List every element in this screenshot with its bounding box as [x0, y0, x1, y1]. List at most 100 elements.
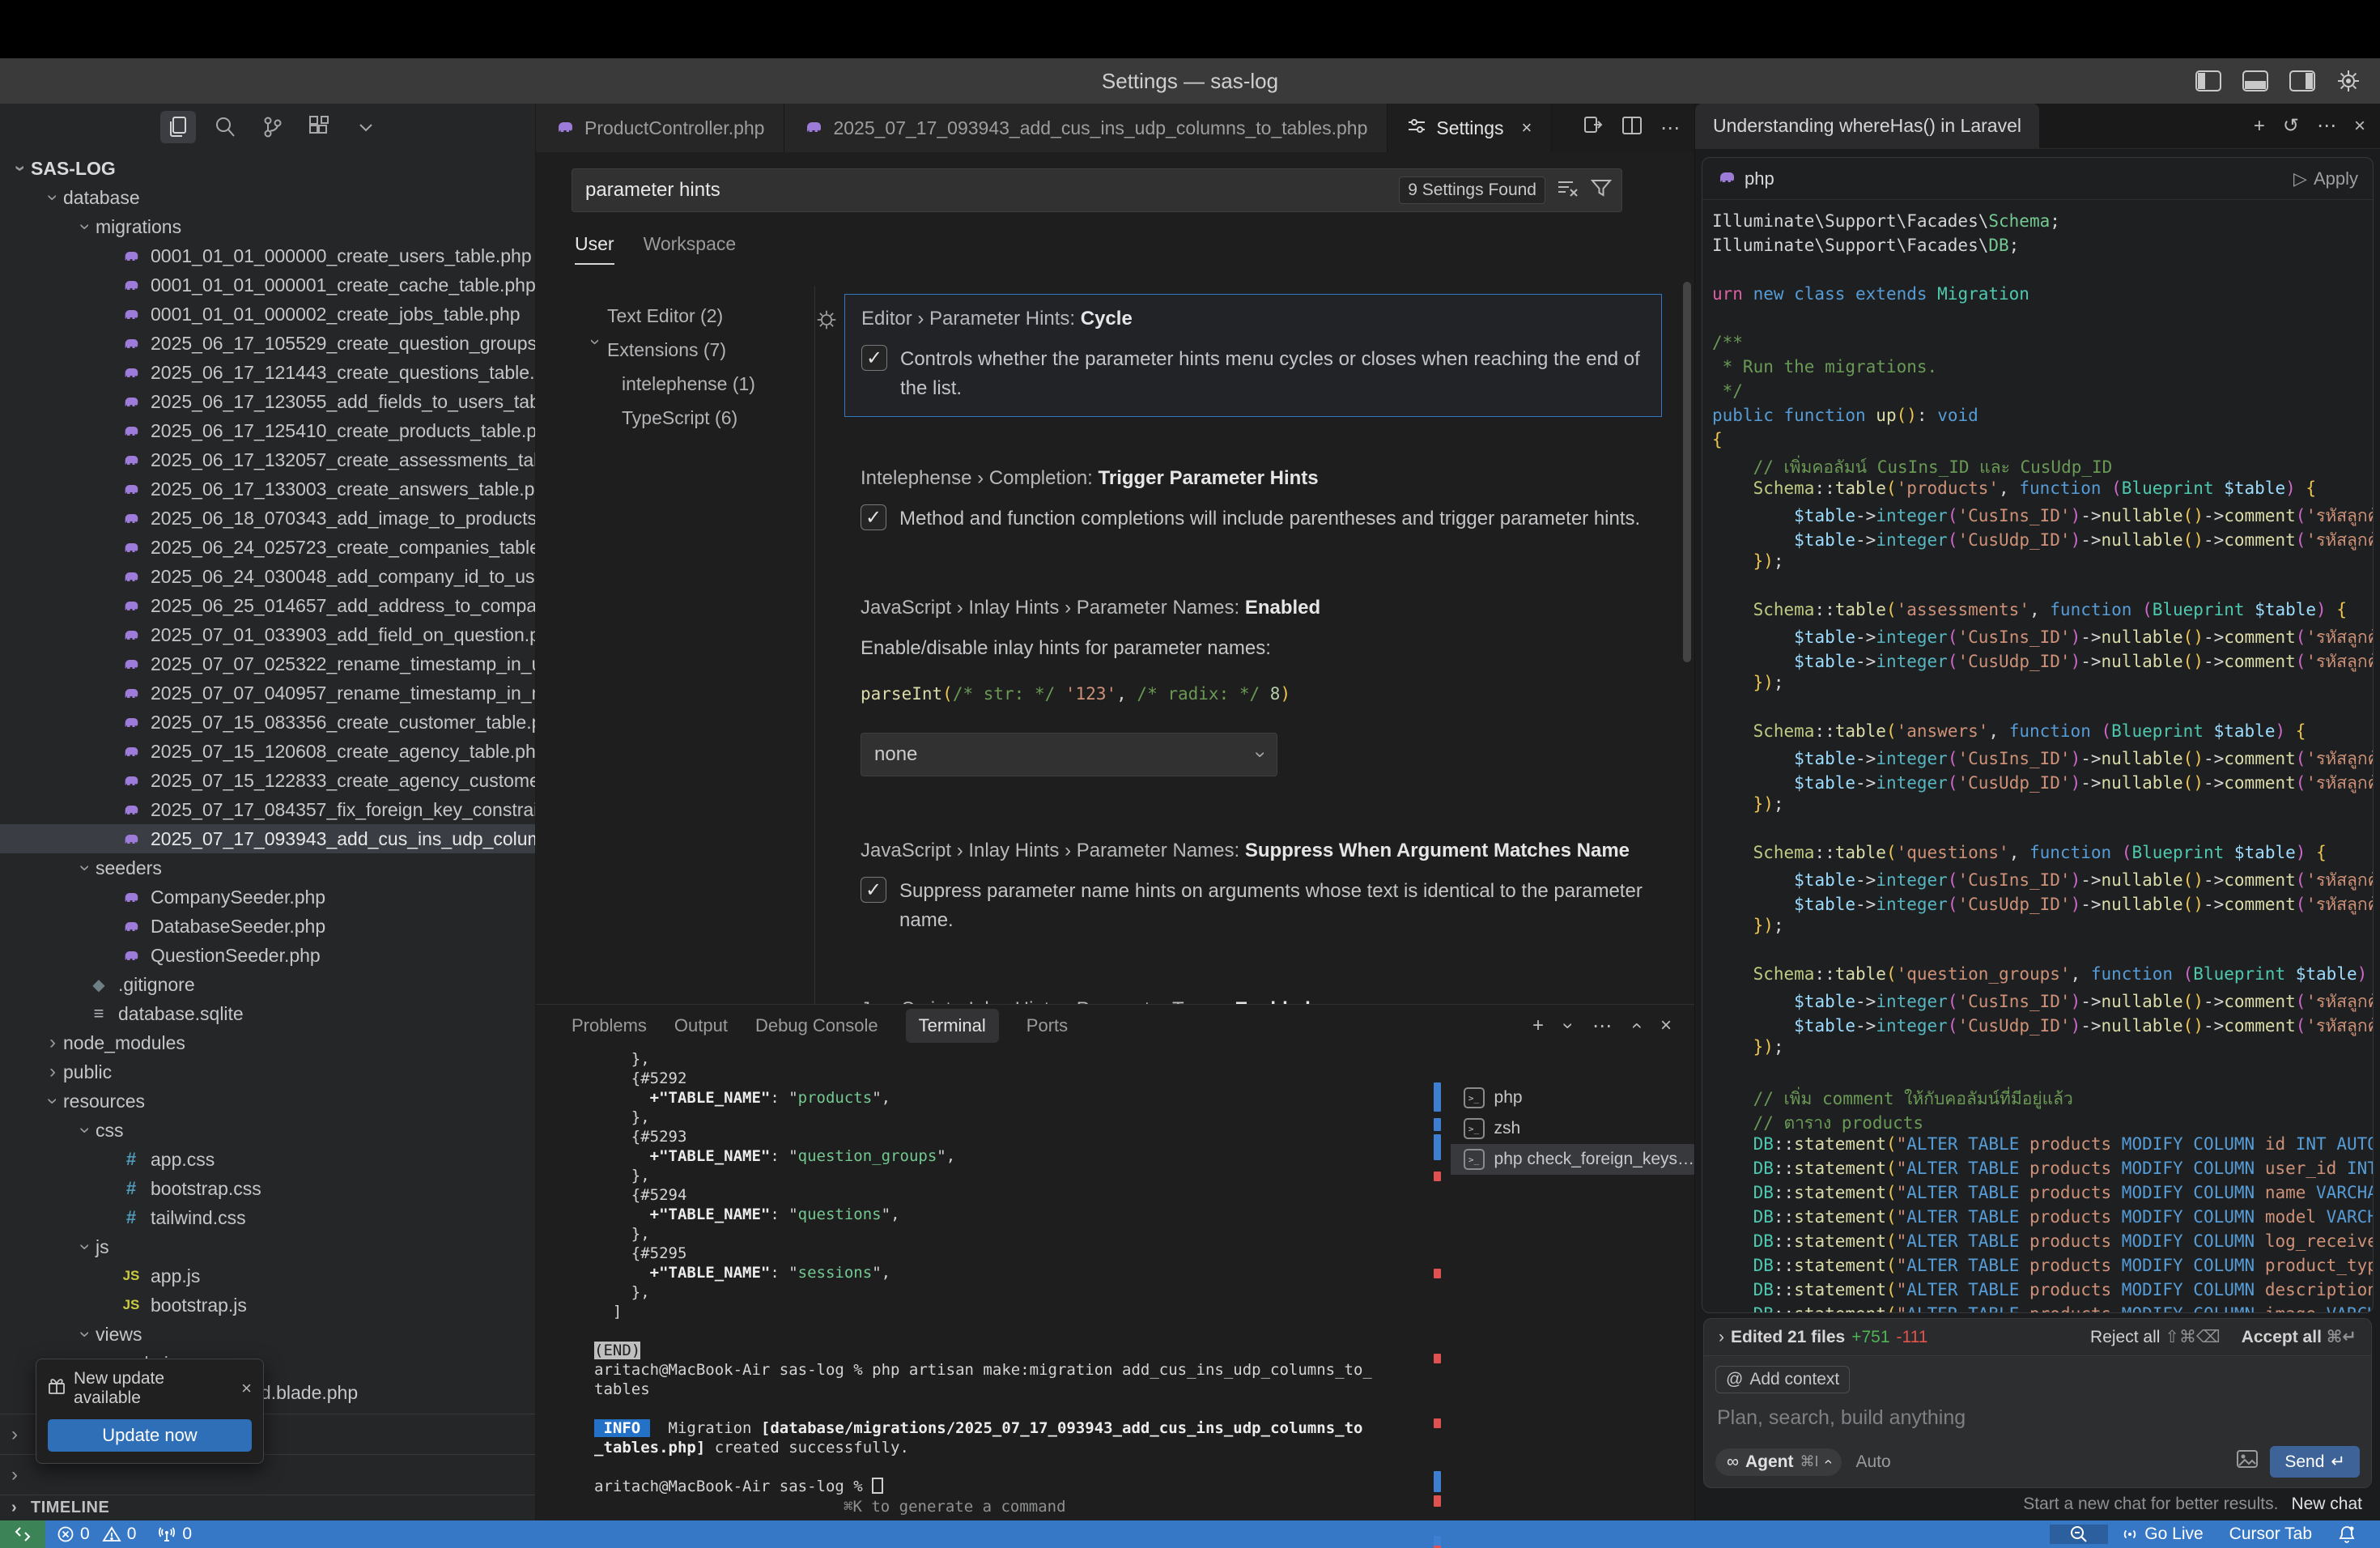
- settings-search-input[interactable]: parameter hints: [585, 179, 1399, 202]
- setting-inlay-param-names-enabled[interactable]: JavaScript › Inlay Hints › Parameter Nam…: [844, 584, 1662, 789]
- tree-item[interactable]: QuestionSeeder.php: [0, 941, 535, 970]
- apply-button[interactable]: ▷Apply: [2293, 168, 2358, 189]
- history-icon[interactable]: ↺: [2283, 114, 2299, 138]
- tree-item[interactable]: #app.css: [0, 1145, 535, 1174]
- tree-item[interactable]: 0001_01_01_000001_create_cache_table.php: [0, 270, 535, 300]
- tree-item[interactable]: 2025_07_17_084357_fix_foreign_key_constr…: [0, 795, 535, 824]
- tree-item[interactable]: 2025_06_17_125410_create_products_table.…: [0, 416, 535, 445]
- tree-item[interactable]: 2025_06_24_030048_add_company_id_to_user…: [0, 562, 535, 591]
- chat-composer[interactable]: @ Add context Plan, search, build anythi…: [1703, 1355, 2372, 1488]
- more-actions-icon[interactable]: ⋯: [1660, 117, 1680, 140]
- tab-output[interactable]: Output: [674, 1015, 728, 1036]
- setting-suppress-when-argument-matches[interactable]: JavaScript › Inlay Hints › Parameter Nam…: [844, 827, 1662, 948]
- tree-item[interactable]: ›views: [0, 1320, 535, 1349]
- cursor-tab-status[interactable]: Cursor Tab: [2216, 1525, 2325, 1544]
- tree-item[interactable]: ›js: [0, 1232, 535, 1261]
- titlebar[interactable]: Settings — sas-log: [0, 58, 2380, 104]
- clear-filter-icon[interactable]: [1557, 178, 1579, 203]
- attach-image-icon[interactable]: [2236, 1449, 2259, 1474]
- gear-icon[interactable]: [816, 309, 837, 336]
- more-actions-icon[interactable]: ⋯: [2317, 114, 2336, 138]
- tree-item[interactable]: 2025_06_17_105529_create_question_groups…: [0, 329, 535, 358]
- tree-item[interactable]: ›resources: [0, 1087, 535, 1116]
- tree-item[interactable]: 2025_07_15_120608_create_agency_table.ph…: [0, 737, 535, 766]
- tab-productcontroller[interactable]: ProductController.php: [536, 104, 784, 152]
- close-icon[interactable]: ×: [1521, 117, 1532, 138]
- tree-item[interactable]: ›migrations: [0, 212, 535, 241]
- toc-typescript[interactable]: TypeScript (6): [572, 401, 814, 435]
- update-now-button[interactable]: Update now: [48, 1419, 252, 1452]
- checkbox[interactable]: ✓: [861, 877, 886, 903]
- terminal-session-item[interactable]: >_php check_foreign_keys…: [1451, 1144, 1694, 1175]
- zoom-indicator[interactable]: [2050, 1525, 2108, 1544]
- checkbox[interactable]: ✓: [861, 345, 887, 371]
- settings-search[interactable]: parameter hints 9 Settings Found: [572, 168, 1622, 212]
- tree-item[interactable]: 2025_06_17_133003_create_answers_table.p…: [0, 474, 535, 504]
- tree-item[interactable]: ◆.gitignore: [0, 970, 535, 999]
- setting-dropdown[interactable]: none ›: [861, 733, 1277, 776]
- toggle-sidebar-icon[interactable]: [2195, 70, 2221, 91]
- search-icon[interactable]: [207, 111, 243, 143]
- tree-item[interactable]: 2025_07_17_093943_add_cus_ins_udp_column…: [0, 824, 535, 853]
- chevron-down-icon[interactable]: ›: [1557, 1023, 1579, 1029]
- setting-inlay-param-types-enabled[interactable]: JavaScript › Inlay Hints › Parameter Typ…: [844, 985, 1662, 1004]
- go-live-button[interactable]: Go Live: [2108, 1525, 2216, 1544]
- more-actions-icon[interactable]: ⋯: [1592, 1014, 1612, 1038]
- tree-item[interactable]: #bootstrap.css: [0, 1174, 535, 1203]
- tab-workspace[interactable]: Workspace: [644, 233, 737, 265]
- explorer-icon[interactable]: [160, 111, 196, 143]
- tree-item[interactable]: 2025_07_15_083356_create_customer_table.…: [0, 708, 535, 737]
- tree-item[interactable]: CompanySeeder.php: [0, 882, 535, 912]
- tree-item[interactable]: ›database: [0, 183, 535, 212]
- tree-item[interactable]: ≡database.sqlite: [0, 999, 535, 1028]
- filter-icon[interactable]: [1591, 178, 1612, 203]
- tree-item[interactable]: 2025_06_24_025723_create_companies_table…: [0, 533, 535, 562]
- close-panel-icon[interactable]: ×: [1660, 1014, 1672, 1037]
- chat-tab[interactable]: Understanding whereHas() in Laravel: [1695, 104, 2039, 148]
- toc-text-editor[interactable]: Text Editor (2): [572, 299, 814, 333]
- new-chat-button[interactable]: New chat: [2291, 1495, 2362, 1514]
- tree-item[interactable]: 0001_01_01_000002_create_jobs_table.php: [0, 300, 535, 329]
- tree-item[interactable]: 2025_06_17_121443_create_questions_table…: [0, 358, 535, 387]
- tree-item[interactable]: ›seeders: [0, 853, 535, 882]
- edited-files-bar[interactable]: › Edited 21 files +751 -111 Reject all⇧⌘…: [1703, 1318, 2372, 1355]
- tab-settings[interactable]: Settings ×: [1388, 104, 1552, 152]
- tree-item[interactable]: 2025_06_17_132057_create_assessments_tab…: [0, 445, 535, 474]
- chat-messages[interactable]: php ▷Apply Illuminate\Support\Facades\Sc…: [1695, 149, 2380, 1313]
- tree-item[interactable]: JSbootstrap.js: [0, 1291, 535, 1320]
- tree-item[interactable]: #tailwind.css: [0, 1203, 535, 1232]
- accept-all-button[interactable]: Accept all⌘↵: [2242, 1327, 2357, 1347]
- terminal-session-item[interactable]: >_zsh: [1451, 1113, 1694, 1144]
- tree-item[interactable]: ›node_modules: [0, 1028, 535, 1057]
- close-icon[interactable]: ×: [241, 1378, 252, 1399]
- source-control-icon[interactable]: [254, 111, 290, 143]
- maximize-panel-icon[interactable]: ›: [1625, 1023, 1647, 1029]
- tree-item[interactable]: 2025_07_07_025322_rename_timestamp_in_us…: [0, 649, 535, 678]
- tab-terminal[interactable]: Terminal: [906, 1009, 999, 1043]
- timeline-section[interactable]: › TIMELINE: [0, 1495, 535, 1520]
- problems-status[interactable]: 0 0: [57, 1525, 136, 1544]
- toc-extensions[interactable]: ›Extensions (7): [572, 333, 814, 367]
- tree-item[interactable]: 0001_01_01_000000_create_users_table.php: [0, 241, 535, 270]
- terminal-output[interactable]: }, {#5292 +"TABLE_NAME": "products", }, …: [594, 1050, 1434, 1520]
- split-editor-icon[interactable]: [1621, 115, 1643, 142]
- tree-item[interactable]: 2025_07_07_040957_rename_timestamp_in_mu…: [0, 678, 535, 708]
- tree-item[interactable]: ›css: [0, 1116, 535, 1145]
- extensions-icon[interactable]: [301, 111, 337, 143]
- tree-item[interactable]: 2025_06_18_070343_add_image_to_products_…: [0, 504, 535, 533]
- tree-item[interactable]: 2025_06_17_123055_add_fields_to_users_ta…: [0, 387, 535, 416]
- add-context-button[interactable]: @ Add context: [1715, 1366, 1850, 1393]
- open-preview-icon[interactable]: [1583, 115, 1604, 142]
- checkbox[interactable]: ✓: [861, 504, 886, 530]
- settings-gear-icon[interactable]: [2336, 69, 2361, 93]
- remote-indicator[interactable]: [0, 1520, 45, 1548]
- setting-parameter-hints-cycle[interactable]: Editor › Parameter Hints: Cycle ✓ Contro…: [844, 294, 1662, 417]
- send-button[interactable]: Send↵: [2270, 1446, 2360, 1478]
- tab-user[interactable]: User: [575, 233, 614, 265]
- ports-status[interactable]: 0: [157, 1525, 192, 1544]
- tree-item[interactable]: 2025_07_01_033903_add_field_on_question.…: [0, 620, 535, 649]
- scrollbar[interactable]: [1683, 282, 1691, 662]
- tree-item[interactable]: 2025_07_15_122833_create_agency_customer…: [0, 766, 535, 795]
- agent-mode-selector[interactable]: ∞ Agent ⌘I ›: [1715, 1448, 1842, 1476]
- tree-root[interactable]: › SAS-LOG: [0, 154, 535, 183]
